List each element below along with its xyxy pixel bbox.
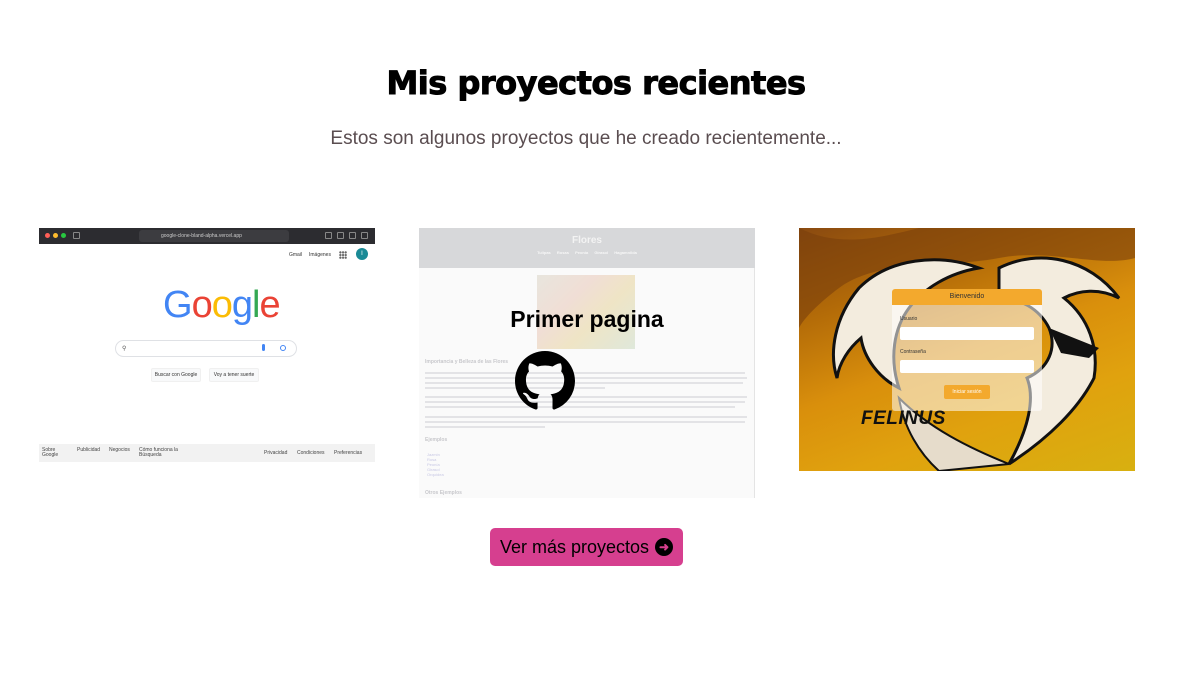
apps-grid-icon [339, 251, 347, 259]
camera-icon [280, 345, 286, 351]
flores-heading: Ejemplos [425, 437, 448, 443]
flores-brand: Flores [571, 235, 602, 246]
password-label: Contraseña [900, 349, 926, 355]
login-button: Iniciar sesión [944, 385, 990, 399]
nav-item: Rosas [556, 250, 569, 255]
flores-header: Flores Tulipas Rosas Peonía Girasol Haga… [419, 228, 755, 268]
felinus-logo: FELINUS [861, 408, 946, 429]
footer-link: Condiciones [297, 450, 325, 456]
more-projects-label: Ver más proyectos [499, 536, 650, 557]
github-icon[interactable] [515, 351, 575, 411]
arrow-right-circle-icon: ➜ [655, 538, 674, 556]
footer-link: Negocios [109, 447, 130, 453]
project-card-felinus[interactable]: Bienvenido Usuario Contraseña Iniciar se… [799, 228, 1135, 471]
footer-link: Privacidad [264, 450, 288, 456]
footer-link: Sobre Google [42, 447, 59, 458]
logo-letter: e [259, 284, 280, 326]
logo-letter: g [231, 284, 253, 326]
footer-link: Preferencias [334, 450, 363, 456]
search-button: Buscar con Google [151, 368, 201, 382]
flores-nav: Tulipas Rosas Peonía Girasol Hagamnilda [419, 250, 755, 255]
nav-item: Hagamnilda [614, 250, 637, 255]
list-item: Orquídea [427, 472, 444, 477]
flores-page: Importancia y Belleza de las Flores Ejem… [419, 268, 755, 498]
lucky-button: Voy a tener suerte [209, 368, 259, 382]
login-form: Bienvenido Usuario Contraseña Iniciar se… [892, 289, 1042, 411]
google-footer: Sobre Google Publicidad Negocios Cómo fu… [39, 444, 375, 462]
flores-heading: Importancia y Belleza de las Flores [425, 359, 509, 365]
gmail-link: Gmail [289, 252, 303, 258]
nav-item: Peonía [575, 250, 589, 255]
browser-url: google-clone-bland-alpha.vercel.app [139, 230, 289, 242]
footer-link: Cómo funciona la Búsqueda [139, 447, 178, 458]
more-projects-button[interactable]: Ver más proyectos ➜ [490, 528, 683, 566]
username-field [900, 327, 1034, 340]
login-title: Bienvenido [892, 289, 1042, 305]
google-logo: Google [163, 284, 281, 327]
section-title: Mis proyectos recientes [386, 64, 807, 103]
google-clone-page: Gmail Imágenes I Google ⚲ Buscar con Goo… [39, 244, 375, 462]
images-link: Imágenes [309, 252, 331, 258]
logo-letter: G [163, 284, 193, 326]
logo-letter: o [191, 284, 213, 326]
nav-item: Tulipas [537, 250, 551, 255]
project-overlay-title: Primer pagina [510, 306, 664, 332]
google-search-box: ⚲ [115, 340, 297, 357]
project-card-flores[interactable]: Flores Tulipas Rosas Peonía Girasol Haga… [419, 228, 755, 498]
password-field [900, 360, 1034, 373]
microphone-icon [262, 344, 265, 351]
flores-heading: Otros Ejemplos [425, 490, 462, 496]
avatar: I [356, 248, 368, 260]
browser-toolbar: google-clone-bland-alpha.vercel.app [39, 228, 375, 244]
logo-letter: o [211, 284, 233, 326]
section-subtitle: Estos son algunos proyectos que he cread… [330, 128, 842, 149]
username-label: Usuario [900, 316, 918, 322]
project-card-google-clone[interactable]: google-clone-bland-alpha.vercel.app Gmai… [39, 228, 375, 462]
search-icon: ⚲ [122, 346, 127, 352]
footer-link: Publicidad [77, 447, 101, 453]
nav-item: Girasol [594, 250, 609, 255]
flores-list: Jazmín Rosa Peonía Girasol Orquídea [427, 452, 444, 477]
